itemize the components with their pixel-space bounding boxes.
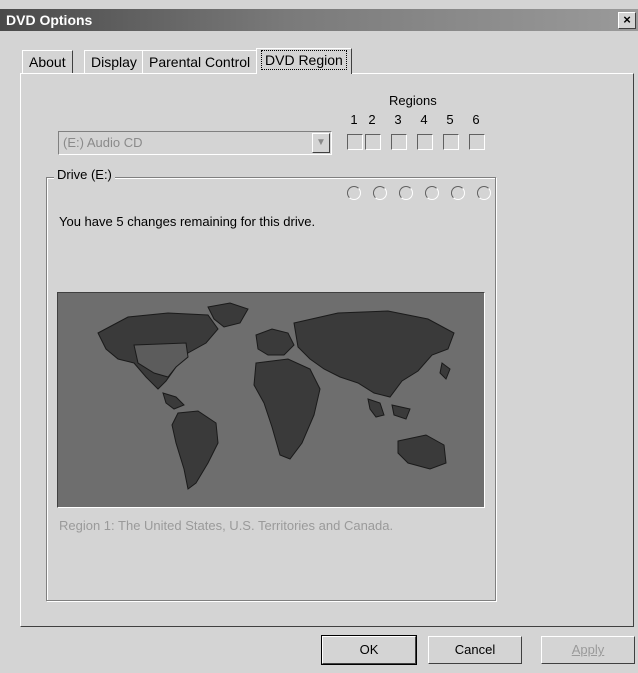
region-radio-4[interactable] (425, 186, 439, 200)
drive-group-label: Drive (E:) (54, 167, 115, 182)
region-number-5: 5 (446, 112, 454, 127)
region-radio-6[interactable] (477, 186, 491, 200)
ok-button[interactable]: OK (321, 635, 417, 665)
regions-label: Regions (389, 93, 437, 108)
title-bar[interactable]: DVD Options × (0, 9, 638, 31)
apply-button[interactable]: Apply (541, 636, 635, 664)
tab-display[interactable]: Display (84, 50, 144, 73)
dvd-options-window: DVD Options × About Display Parental Con… (0, 0, 638, 673)
region-radio-5[interactable] (451, 186, 465, 200)
region-radio-3[interactable] (399, 186, 413, 200)
region-number-3: 3 (394, 112, 402, 127)
drive-select[interactable]: (E:) Audio CD ▼ (58, 131, 332, 155)
region-number-6: 6 (472, 112, 480, 127)
cancel-button[interactable]: Cancel (428, 636, 522, 664)
region-radio-1[interactable] (347, 186, 361, 200)
region-checkbox-5[interactable] (443, 134, 459, 150)
region-number-1: 1 (350, 112, 358, 127)
tab-about[interactable]: About (22, 50, 73, 73)
region-checkbox-6[interactable] (469, 134, 485, 150)
region-description: Region 1: The United States, U.S. Territ… (59, 518, 394, 533)
region-number-2: 2 (368, 112, 376, 127)
chevron-down-icon[interactable]: ▼ (312, 133, 330, 153)
world-map-icon (97, 302, 455, 490)
drive-select-value: (E:) Audio CD (63, 135, 143, 150)
world-region-map[interactable] (57, 292, 485, 508)
region-checkbox-1[interactable] (347, 134, 363, 150)
region-radio-2[interactable] (373, 186, 387, 200)
region-checkbox-3[interactable] (391, 134, 407, 150)
region-number-4: 4 (420, 112, 428, 127)
tab-dvd-region[interactable]: DVD Region (256, 48, 352, 74)
region-checkbox-4[interactable] (417, 134, 433, 150)
close-button[interactable]: × (618, 12, 636, 29)
changes-remaining-text: You have 5 changes remaining for this dr… (59, 214, 316, 229)
region-checkbox-2[interactable] (365, 134, 381, 150)
window-title: DVD Options (6, 12, 93, 28)
tab-parental-control[interactable]: Parental Control (142, 50, 258, 73)
tab-dvd-region-label: DVD Region (261, 50, 347, 70)
